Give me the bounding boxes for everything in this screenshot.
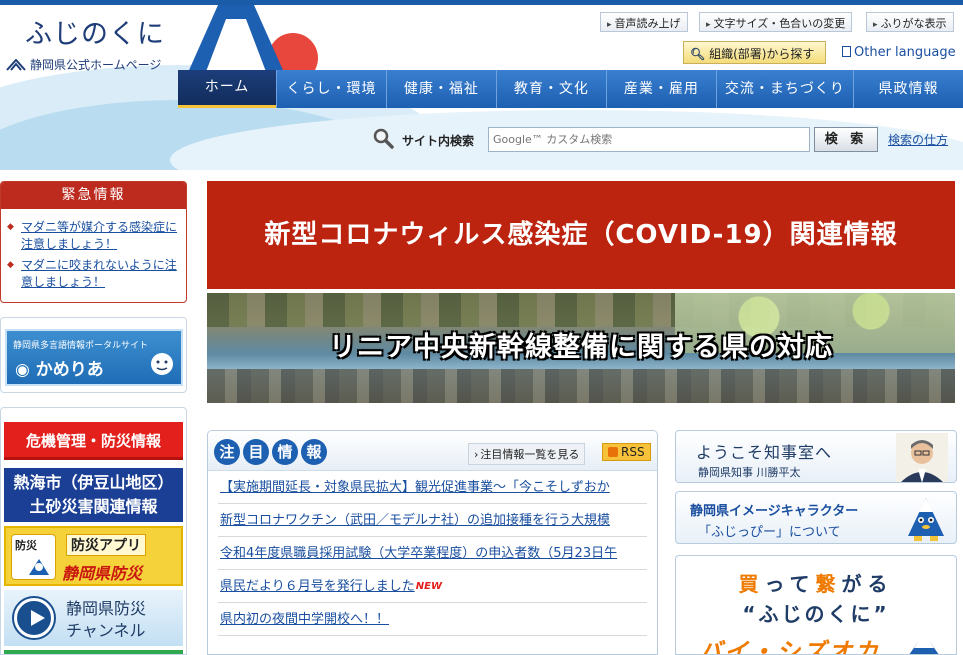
- magnifier-icon: [373, 128, 394, 149]
- nav-health-welfare[interactable]: 健康・福祉: [385, 70, 496, 108]
- governor-name: 静岡県知事 川勝平太: [698, 466, 801, 479]
- furigana-button[interactable]: ふりがな表示: [866, 12, 954, 32]
- featured-news-title: 注 目 情 報: [214, 439, 327, 465]
- governor-office-banner[interactable]: ようこそ知事室へ 静岡県知事 川勝平太: [675, 430, 957, 483]
- fujippy-mascot-icon: [908, 498, 944, 541]
- fujippy-subtitle: 「ふじっぴー」について: [698, 525, 841, 540]
- governor-portrait: [896, 433, 948, 482]
- news-item[interactable]: 新型コロナワクチン（武田／モデルナ社）の追加接種を行う大規模: [218, 504, 647, 537]
- camellia-mascot-icon: [151, 353, 173, 375]
- search-button[interactable]: 検 索: [814, 127, 878, 152]
- nav-industry-employment[interactable]: 産業・雇用: [605, 70, 716, 108]
- logo-subtitle: 静岡県公式ホームページ: [30, 58, 162, 72]
- kamerea-banner-box: 静岡県多言語情報ポータルサイト ◉ かめりあ: [0, 317, 187, 393]
- disaster-app-banner[interactable]: 防災 防災アプリ 静岡県防災: [4, 526, 183, 586]
- search-help-link[interactable]: 検索の仕方: [888, 131, 948, 148]
- news-item[interactable]: 【実施期間延長・対象県民拡大】観光促進事業～「今こそしずおか: [218, 471, 647, 504]
- nav-exchange-town[interactable]: 交流・まちづくり: [715, 70, 853, 108]
- org-search-label: 組織(部署)から探す: [709, 47, 815, 61]
- linear-shinkansen-banner[interactable]: リニア中央新幹線整備に関する県の対応: [207, 293, 955, 403]
- rss-icon: [608, 447, 618, 457]
- search-icon: 🔍︎: [690, 47, 706, 61]
- kamerea-caption: 静岡県多言語情報ポータルサイト: [13, 341, 149, 351]
- news-list-link[interactable]: 注目情報一覧を見る: [468, 443, 586, 465]
- new-badge: NEW: [415, 581, 442, 592]
- covid19-banner[interactable]: 新型コロナウィルス感染症（COVID-19）関連情報: [207, 181, 955, 289]
- global-nav: ホーム くらし・環境 健康・福祉 教育・文化 産業・雇用 交流・まちづくり 県政…: [178, 70, 963, 108]
- prefecture-emblem-icon: [6, 58, 26, 71]
- kamerea-banner[interactable]: 静岡県多言語情報ポータルサイト ◉ かめりあ: [5, 329, 183, 386]
- emergency-item[interactable]: マダニ等が媒介する感染症に注意しましょう！: [7, 219, 180, 253]
- news-item[interactable]: 令和4年度県職員採用試験（大学卒業程度）の申込者数（5月23日午: [218, 537, 647, 570]
- featured-news-panel: 注 目 情 報 注目情報一覧を見る RSS 【実施期間延長・対象県民拡大】観光促…: [207, 430, 658, 655]
- next-banner-edge[interactable]: [4, 650, 183, 654]
- emergency-title: 緊急情報: [1, 182, 186, 209]
- nav-home[interactable]: ホーム: [178, 70, 276, 108]
- news-item[interactable]: 県内初の夜間中学開校へ！！: [218, 603, 647, 636]
- nav-education-culture[interactable]: 教育・文化: [495, 70, 606, 108]
- atami-landslide-banner[interactable]: 熱海市（伊豆山地区） 土砂災害関連情報: [4, 468, 183, 522]
- disaster-links-panel: 危機管理・防災情報 熱海市（伊豆山地区） 土砂災害関連情報 防災 防災アプリ 静…: [0, 407, 187, 655]
- nav-prefectural-info[interactable]: 県政情報: [853, 70, 963, 108]
- site-search-label: サイト内検索: [402, 134, 475, 148]
- org-search-button[interactable]: 🔍︎ 組織(部署)から探す: [683, 41, 826, 64]
- site-search-input[interactable]: [488, 127, 810, 152]
- logo-title: ふじのくに: [25, 19, 165, 50]
- nav-life-environment[interactable]: くらし・環境: [276, 70, 386, 108]
- font-size-color-button[interactable]: 文字サイズ・色合いの変更: [699, 12, 853, 32]
- disaster-channel-banner[interactable]: 静岡県防災 チャンネル: [4, 590, 183, 646]
- kamerea-title: ◉ かめりあ: [15, 360, 104, 380]
- linear-banner-title: リニア中央新幹線整備に関する県の対応: [329, 332, 833, 363]
- document-icon: [842, 46, 851, 57]
- buy-shizuoka-banner[interactable]: 買って繋がる “ふじのくに” バイ・シズオカ: [675, 555, 957, 655]
- emergency-item[interactable]: マダニに咬まれないように注意しましょう！: [7, 257, 180, 291]
- text-to-speech-button[interactable]: 音声読み上げ: [600, 12, 688, 32]
- news-item[interactable]: 県民だより６月号を発行しましたNEW: [218, 570, 647, 603]
- crisis-management-banner[interactable]: 危機管理・防災情報: [4, 422, 183, 460]
- fujippy-title: 静岡県イメージキャラクター: [690, 504, 859, 519]
- emergency-info-panel: 緊急情報 マダニ等が媒介する感染症に注意しましょう！ マダニに咬まれないように注…: [0, 181, 187, 303]
- rss-button[interactable]: RSS: [602, 443, 651, 461]
- disaster-app-icon: 防災: [11, 534, 56, 580]
- governor-title: ようこそ知事室へ: [696, 443, 833, 462]
- fujippy-banner[interactable]: 静岡県イメージキャラクター 「ふじっぴー」について: [675, 491, 957, 544]
- mount-fuji-icon: [186, 5, 286, 77]
- other-language-link[interactable]: Other language: [842, 45, 956, 60]
- mount-fuji-icon: [909, 642, 939, 654]
- play-icon: [14, 598, 54, 638]
